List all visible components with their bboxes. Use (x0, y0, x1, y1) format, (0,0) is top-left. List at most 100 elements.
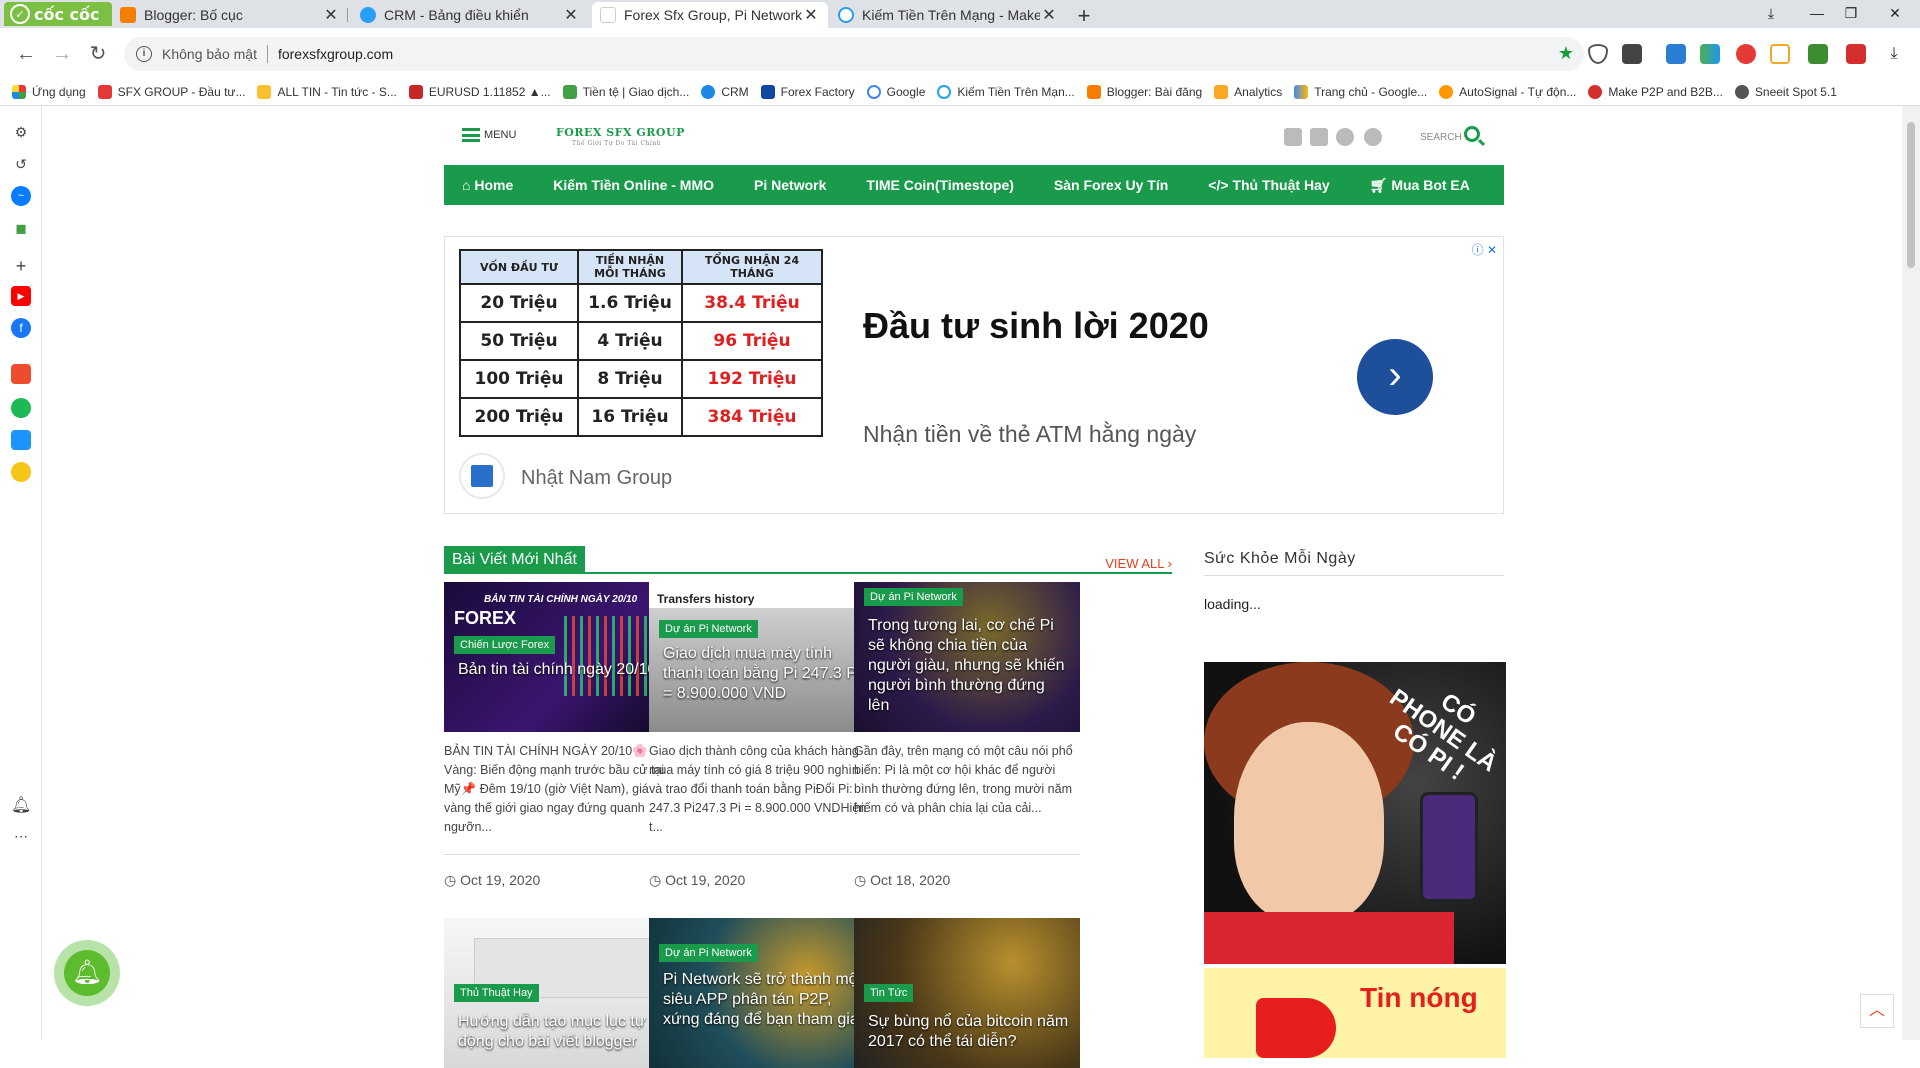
settings-icon[interactable]: ⚙ (11, 122, 31, 142)
download-arrow-icon[interactable]: ⤓ (1884, 44, 1904, 64)
bookmark-item[interactable]: Sneeit Spot 5.1 (1734, 84, 1837, 99)
category-badge[interactable]: Chiến Lược Forex (454, 636, 556, 654)
extension-icon[interactable] (1846, 44, 1866, 64)
bookmark-item[interactable]: SFX GROUP - Đầu tư... (97, 84, 245, 99)
promo-banner[interactable]: CÓ PHONE LÀ CÓ PI ! (1204, 662, 1506, 964)
gamepad-icon[interactable]: ◼ (11, 218, 31, 238)
history-icon[interactable]: ↺ (11, 154, 31, 174)
post-title[interactable]: Hướng dẫn tạo mục lục tự động cho bài vi… (458, 1012, 660, 1052)
post-title[interactable]: Sự bùng nổ của bitcoin năm 2017 có thể t… (868, 1012, 1070, 1052)
forward-button[interactable]: → (48, 40, 76, 68)
hot-news-banner[interactable]: Tin nóng (1204, 968, 1506, 1058)
window-close-button[interactable]: ✕ (1872, 0, 1918, 28)
youtube-icon[interactable]: ▶ (11, 286, 31, 306)
bookmark-star-icon[interactable]: ★ (1558, 43, 1574, 64)
post-thumbnail[interactable]: Dự án Pi Network Trong tương lai, cơ chế… (854, 582, 1080, 732)
post-thumbnail[interactable]: Transfers history Dự án Pi Network Giao … (649, 582, 875, 732)
post-title[interactable]: Bản tin tài chính ngày 20/10 (458, 660, 660, 680)
extension-user-icon[interactable] (1666, 44, 1686, 64)
search-label[interactable]: SEARCH (1420, 132, 1462, 143)
notes-icon[interactable] (1770, 44, 1790, 64)
tab-blogger[interactable]: Blogger: Bố cục ✕ (112, 2, 348, 28)
nav-home[interactable]: ⌂ Home (462, 177, 513, 193)
bookmark-item[interactable]: Tiền tệ | Giao dịch... (562, 84, 689, 99)
tab-forex-sfx[interactable]: Forex Sfx Group, Pi Network, ✕ (592, 2, 828, 28)
nav-buy-bot[interactable]: 🛒︎ Mua Bot EA (1370, 177, 1470, 194)
telegram-icon[interactable] (1364, 128, 1382, 146)
messenger-icon[interactable]: ~ (11, 186, 31, 206)
bookmark-apps[interactable]: Ứng dụng (12, 84, 86, 99)
nav-time-coin[interactable]: TIME Coin(Timestope) (866, 177, 1014, 193)
page-scrollbar[interactable] (1902, 106, 1920, 1040)
tab-crm[interactable]: CRM - Bảng điều khiển ✕ (352, 2, 588, 28)
bookmark-item[interactable]: CRM (701, 84, 749, 99)
notification-bubble[interactable]: 🔔︎ (54, 940, 120, 1006)
nav-tips[interactable]: </> Thủ Thuật Hay (1208, 177, 1329, 193)
bookmark-item[interactable]: EURUSD 1.11852 ▲... (408, 84, 551, 99)
ad-headline[interactable]: Đầu tư sinh lời 2020 (863, 305, 1209, 347)
minimize-button[interactable]: ⤓ (1748, 0, 1794, 28)
stats-icon[interactable] (1700, 44, 1720, 64)
more-icon[interactable]: ⋯ (11, 826, 31, 846)
menu-button[interactable]: MENU (462, 128, 516, 142)
site-logo[interactable]: FOREX SFX GROUP Thế Giới Tự Do Tài Chính (556, 126, 685, 147)
facebook-icon[interactable] (1284, 128, 1302, 146)
bookmark-item[interactable]: Make P2P and B2B... (1588, 84, 1723, 99)
puzzle-icon[interactable] (1808, 44, 1828, 64)
nav-mmo[interactable]: Kiếm Tiền Online - MMO (553, 177, 714, 193)
ad-arrow-button[interactable]: › (1357, 339, 1433, 415)
notification-icon[interactable]: 🔔︎ (11, 796, 31, 816)
post-thumbnail[interactable]: BẢN TIN TÀI CHÍNH NGÀY 20/10 FOREX Chiến… (444, 582, 670, 732)
chrome-icon[interactable] (1736, 44, 1756, 64)
info-icon[interactable]: i (136, 46, 152, 62)
game-icon[interactable] (11, 462, 31, 482)
adchoices-icon[interactable]: ⓘ ✕ (1472, 241, 1497, 258)
youtube-icon[interactable] (1310, 128, 1328, 146)
view-all-link[interactable]: VIEW ALL › (1105, 556, 1172, 571)
post-title[interactable]: Pi Network sẽ trở thành một siêu APP phâ… (663, 970, 865, 1030)
scroll-to-top-button[interactable]: ︿ (1860, 994, 1894, 1028)
category-badge[interactable]: Dự án Pi Network (864, 588, 963, 606)
post-title[interactable]: Trong tương lai, cơ chế Pi sẽ không chia… (868, 616, 1070, 716)
post-title[interactable]: Giao dịch mua máy tính thanh toán bằng P… (663, 644, 865, 704)
facebook-icon[interactable]: f (11, 318, 31, 338)
close-icon[interactable]: ✕ (562, 5, 580, 25)
spotify-icon[interactable] (11, 398, 31, 418)
tab-kiem-tien[interactable]: Kiếm Tiền Trên Mạng - Make ✕ (830, 2, 1066, 28)
bookmark-item[interactable]: Google (866, 84, 925, 99)
tiki-icon[interactable] (11, 430, 31, 450)
back-button[interactable]: ← (12, 40, 40, 68)
post-thumbnail[interactable]: Dự án Pi Network Pi Network sẽ trở thành… (649, 918, 875, 1068)
bookmark-item[interactable]: Kiếm Tiền Trên Mạn... (937, 84, 1075, 99)
close-icon[interactable]: ✕ (802, 5, 820, 25)
new-tab-button[interactable]: + (1070, 3, 1098, 29)
category-badge[interactable]: Thủ Thuật Hay (454, 984, 539, 1002)
shield-icon[interactable] (1588, 44, 1608, 64)
bookmark-item[interactable]: Forex Factory (760, 84, 855, 99)
bookmark-item[interactable]: ALL TIN - Tin tức - S... (257, 84, 397, 99)
url-text[interactable]: forexsfxgroup.com (278, 46, 393, 62)
close-icon[interactable]: ✕ (322, 5, 340, 25)
download-icon[interactable] (1622, 44, 1642, 64)
bookmark-item[interactable]: AutoSignal - Tự độn... (1439, 84, 1576, 99)
category-badge[interactable]: Dự án Pi Network (659, 944, 758, 962)
reload-button[interactable]: ↻ (84, 40, 112, 68)
nav-forex-brokers[interactable]: Sàn Forex Uy Tín (1054, 177, 1168, 193)
chat-icon[interactable] (1336, 128, 1354, 146)
search-icon[interactable] (1464, 126, 1480, 142)
ad-brand[interactable]: Nhật Nam Group (521, 467, 672, 490)
restore-button[interactable]: ❐ (1828, 0, 1874, 28)
bookmark-item[interactable]: Analytics (1214, 84, 1282, 99)
add-icon[interactable]: + (11, 256, 31, 276)
nav-pi-network[interactable]: Pi Network (754, 177, 826, 193)
post-thumbnail[interactable]: Tin Tức Sự bùng nổ của bitcoin năm 2017 … (854, 918, 1080, 1068)
category-badge[interactable]: Dự án Pi Network (659, 620, 758, 638)
post-thumbnail[interactable]: Thủ Thuật Hay Hướng dẫn tạo mục lục tự đ… (444, 918, 670, 1068)
bookmark-item[interactable]: Blogger: Bài đăng (1086, 84, 1202, 99)
bookmark-item[interactable]: Trang chủ - Google... (1294, 84, 1427, 99)
scrollbar-thumb[interactable] (1907, 122, 1915, 268)
coccoc-logo[interactable]: ✓ cốc cốc (4, 2, 112, 26)
ad-banner[interactable]: ⓘ ✕ VỐN ĐẦU TƯ TIỀN NHẬN MỖI THÁNG TỔNG … (444, 236, 1504, 514)
close-icon[interactable]: ✕ (1040, 5, 1058, 25)
category-badge[interactable]: Tin Tức (864, 984, 914, 1002)
